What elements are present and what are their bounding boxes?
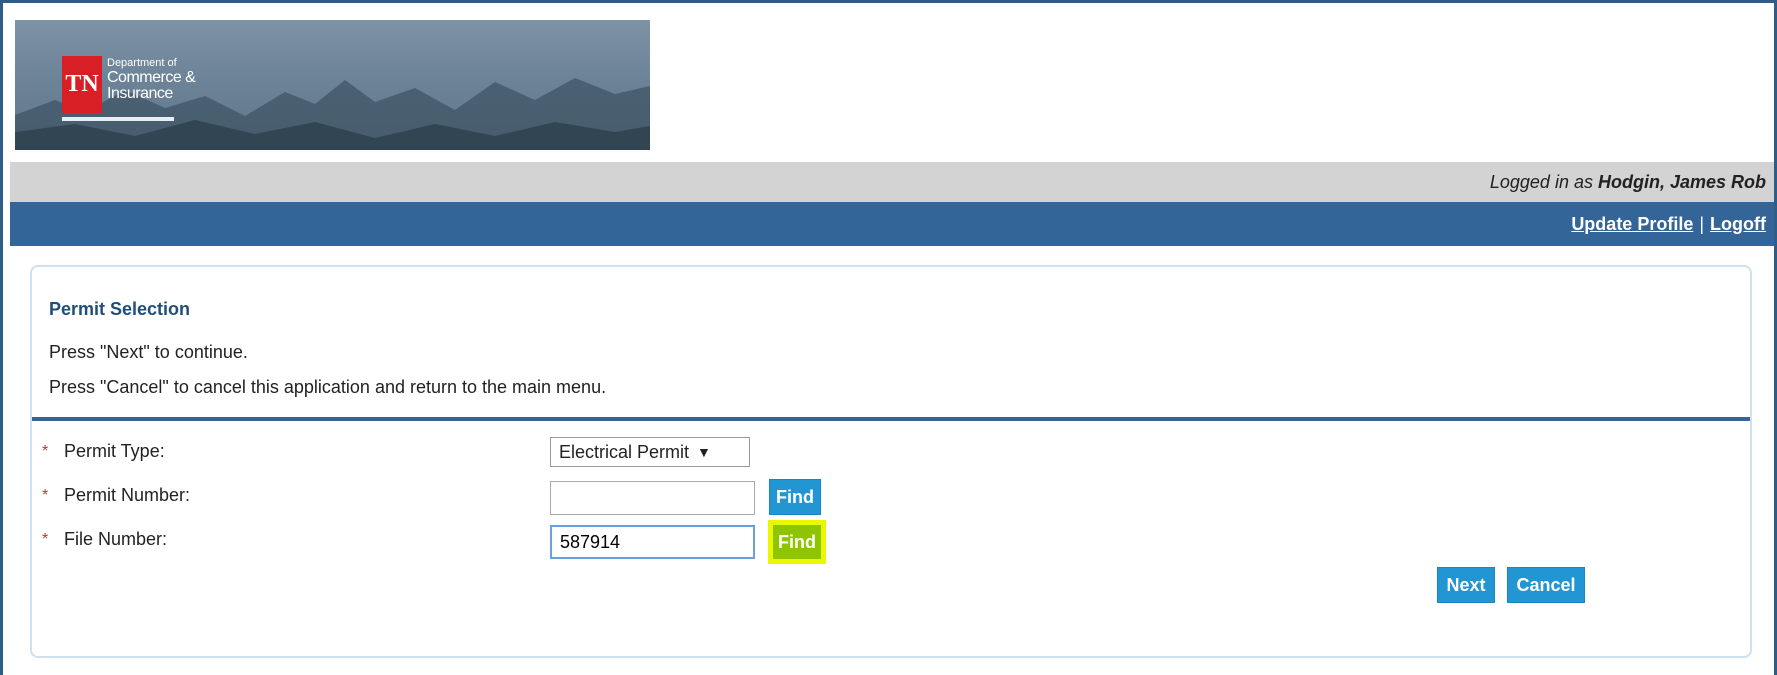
dept-line2: Commerce & (107, 68, 196, 86)
file-number-find-button[interactable]: Find (773, 525, 821, 559)
required-marker: * (42, 487, 49, 504)
update-profile-link[interactable]: Update Profile (1571, 214, 1693, 235)
next-button[interactable]: Next (1437, 567, 1495, 603)
logoff-link[interactable]: Logoff (1710, 214, 1766, 235)
user-name: Hodgin, James Rob (1597, 171, 1766, 192)
file-number-label: File Number: (64, 529, 168, 549)
permit-type-label: Permit Type: (64, 441, 165, 461)
file-number-input[interactable] (550, 525, 755, 559)
permit-number-row: * Permit Number: Find (32, 479, 1750, 517)
instruction-cancel: Press "Cancel" to cancel this applicatio… (49, 377, 607, 397)
permit-type-value: Electrical Permit (559, 441, 690, 462)
logged-in-bar: Logged in as Hodgin, James Rob (10, 162, 1774, 202)
permit-type-select[interactable]: Electrical Permit ▼ (550, 437, 750, 467)
permit-type-row: * Permit Type: Electrical Permit ▼ (32, 437, 1750, 473)
dept-line3: Insurance (107, 85, 173, 103)
file-number-row: * File Number: Find (32, 525, 1750, 561)
header-banner: TN Department of Commerce & Insurance (15, 20, 650, 150)
department-name: Department of Commerce & Insurance (107, 57, 196, 103)
permit-selection-panel: Permit Selection Press "Next" to continu… (30, 265, 1752, 658)
section-divider (32, 417, 1750, 421)
top-nav: Update Profile | Logoff (10, 202, 1774, 246)
nav-separator: | (1699, 213, 1705, 234)
permit-number-label: Permit Number: (64, 485, 191, 505)
instruction-next: Press "Next" to continue. (49, 342, 248, 362)
page-title: Permit Selection (49, 299, 191, 319)
tn-logo-mark: TN (62, 56, 102, 113)
permit-number-find-button[interactable]: Find (769, 479, 821, 515)
chevron-down-icon: ▼ (697, 444, 711, 460)
required-marker: * (42, 531, 49, 548)
permit-number-input[interactable] (550, 481, 755, 515)
logged-in-prefix: Logged in as (1489, 171, 1593, 192)
logo-underline (62, 117, 174, 121)
required-marker: * (42, 443, 49, 460)
dept-line1: Department of (107, 57, 177, 69)
cancel-button[interactable]: Cancel (1507, 567, 1585, 603)
